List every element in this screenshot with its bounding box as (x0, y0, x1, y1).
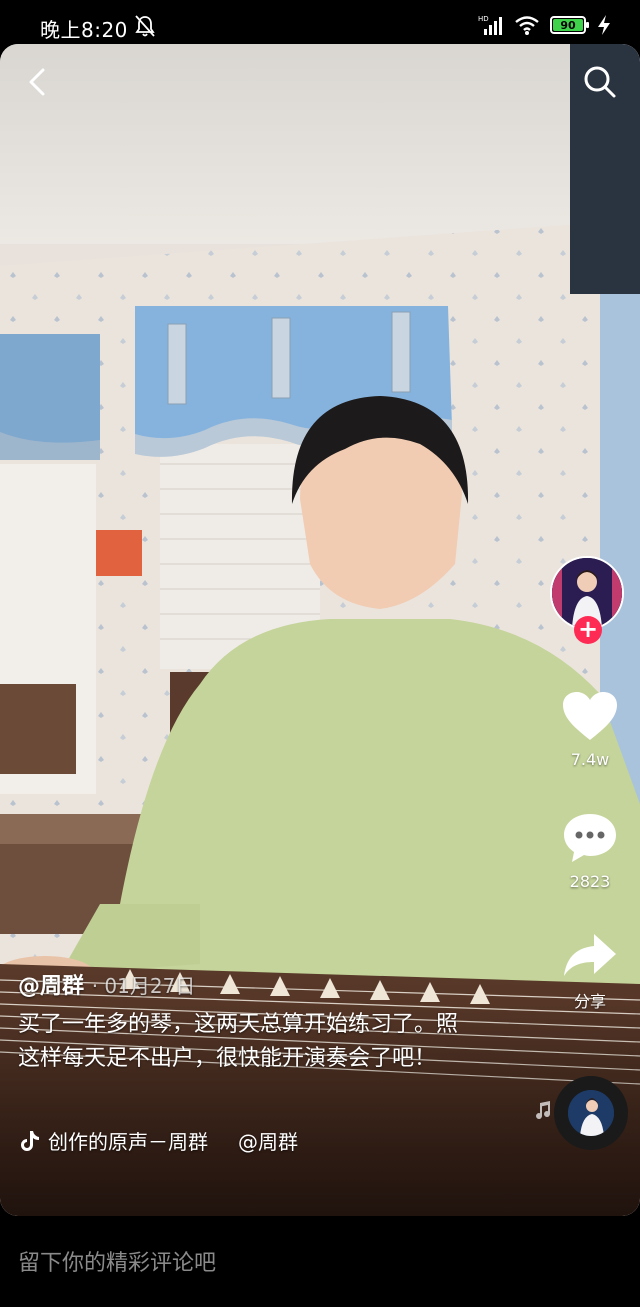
music-disc-button[interactable] (554, 1076, 628, 1150)
share-button[interactable]: 分享 (550, 930, 630, 1012)
post-caption: 买了一年多的琴，这两天总算开始练习了。照这样每天足不出户，很快能开演奏会了吧！ (18, 1012, 459, 1071)
back-button[interactable] (18, 62, 58, 102)
like-button[interactable]: 7.4w (550, 690, 630, 769)
comment-button[interactable]: 2823 (550, 810, 630, 891)
share-label: 分享 (573, 992, 606, 1011)
author-name[interactable]: @周群 (18, 974, 84, 999)
share-arrow-icon (564, 934, 616, 976)
music-title[interactable]: 创作的原声－周群 (48, 1126, 208, 1155)
heart-icon (563, 692, 617, 740)
battery-level: 90 (553, 19, 583, 32)
comment-bubble-icon (564, 814, 616, 862)
like-count: 7.4w (570, 750, 610, 769)
charging-bolt-icon (598, 15, 610, 35)
music-note-icon (536, 1101, 551, 1120)
network-hd-label: HD (478, 15, 489, 23)
status-icons: HD 90 (478, 14, 612, 36)
music-disc-cover (568, 1090, 614, 1136)
status-time: 晚上8:20 (40, 18, 128, 42)
comment-input[interactable] (18, 1246, 618, 1280)
video-feed-screen: 晚上8:20 HD 90 + 7.4w 2823 分享 @周群 · 01月27日… (0, 0, 640, 1307)
author-avatar-button[interactable]: + (550, 556, 628, 646)
signal-icon: HD (478, 15, 502, 35)
search-button[interactable] (580, 62, 620, 102)
wifi-icon (515, 16, 539, 35)
music-line[interactable]: 创作的原声－周群 @周群 (18, 1126, 298, 1155)
post-date: · 01月27日 (91, 974, 196, 998)
battery-indicator: 90 (550, 16, 589, 34)
mute-bell-icon (135, 15, 155, 37)
comment-bar (0, 1228, 640, 1307)
tiktok-note-icon (21, 1130, 39, 1151)
music-author[interactable]: @周群 (238, 1126, 298, 1155)
author-line: @周群 · 01月27日 (18, 968, 195, 1000)
comment-count: 2823 (569, 872, 611, 891)
follow-button[interactable]: + (574, 616, 602, 644)
